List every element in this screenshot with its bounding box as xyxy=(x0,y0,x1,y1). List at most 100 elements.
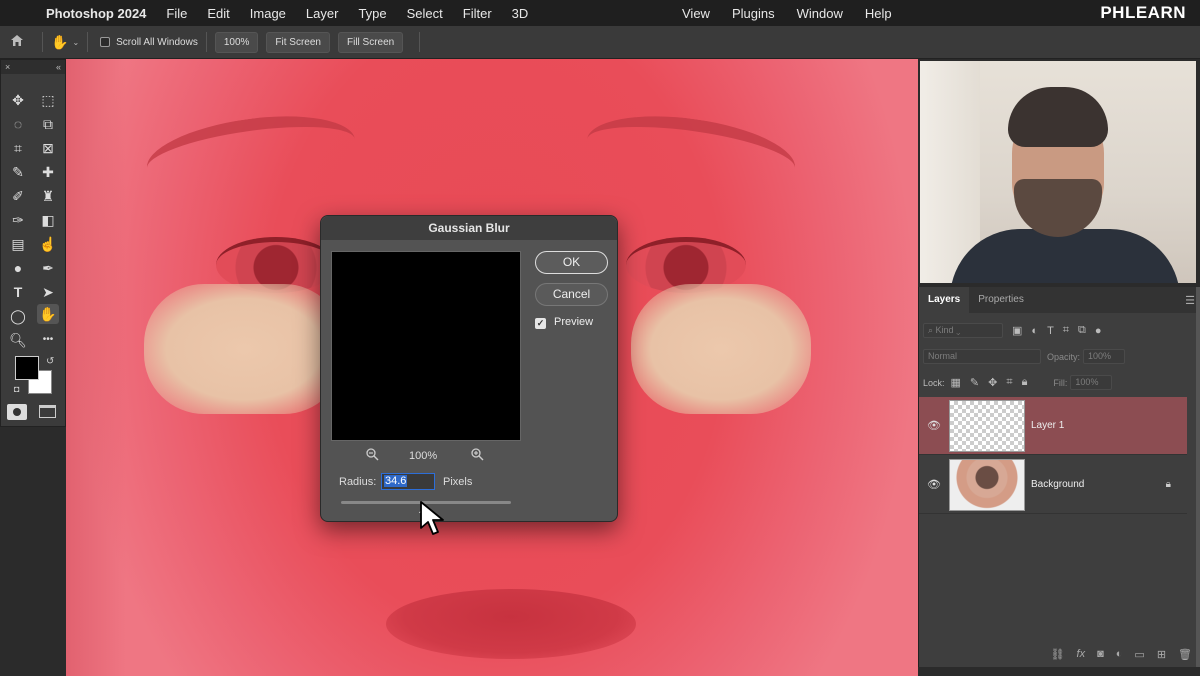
scroll-all-windows-checkbox[interactable] xyxy=(100,37,111,47)
ok-button[interactable]: OK xyxy=(535,251,608,274)
menu-file[interactable]: File xyxy=(166,6,187,21)
marquee-tool-icon[interactable]: ⬚ xyxy=(37,90,59,110)
menu-image[interactable]: Image xyxy=(250,6,286,21)
app-name-menu[interactable]: Photoshop 2024 xyxy=(46,6,146,21)
new-layer-icon[interactable]: ⊞ xyxy=(1157,648,1166,661)
panel-menu-icon[interactable]: ☰ xyxy=(1185,294,1195,307)
screen-mode-icon[interactable] xyxy=(39,405,56,418)
quick-mask-icon[interactable] xyxy=(7,404,27,420)
menu-window[interactable]: Window xyxy=(797,6,843,21)
home-icon[interactable] xyxy=(0,34,34,50)
blend-mode-dropdown[interactable]: Normal xyxy=(923,349,1041,364)
preview-zoom-level: 100% xyxy=(409,450,438,462)
filter-toggle-icon[interactable]: ● xyxy=(1095,325,1102,337)
filter-smart-object-icon[interactable]: ⧉ xyxy=(1078,324,1086,337)
options-bar: ✋ ⌄ Scroll All Windows 100% Fit Screen F… xyxy=(0,26,1200,59)
layer-style-icon[interactable]: fx xyxy=(1077,648,1086,660)
filter-adjustment-icon[interactable]: ◐ xyxy=(1031,325,1038,337)
stamp-tool-icon[interactable]: ♜ xyxy=(37,186,59,206)
tools-panel-header: × « xyxy=(1,60,65,74)
add-mask-icon[interactable]: ◙ xyxy=(1097,648,1104,660)
opacity-label: Opacity: xyxy=(1047,351,1081,362)
default-colors-icon[interactable]: ◘ xyxy=(14,384,19,394)
type-tool-icon[interactable]: T xyxy=(7,282,29,302)
filter-shape-icon[interactable]: ⌗ xyxy=(1063,324,1069,337)
lock-all-icon[interactable]: 🔒︎ xyxy=(1022,376,1028,389)
tab-layers[interactable]: Layers xyxy=(919,287,970,313)
more-tools-icon[interactable]: ••• xyxy=(37,330,59,350)
preview-checkbox[interactable]: ✓ xyxy=(535,318,546,329)
menu-type[interactable]: Type xyxy=(358,6,386,21)
menu-filter[interactable]: Filter xyxy=(463,6,492,21)
zoom-100-button[interactable]: 100% xyxy=(214,31,259,53)
menu-plugins[interactable]: Plugins xyxy=(732,6,775,21)
visibility-eye-icon[interactable]: 👁︎ xyxy=(919,419,949,432)
radius-value: 34.6 xyxy=(384,475,408,487)
smudge-tool-icon[interactable]: ☝ xyxy=(37,234,59,254)
lock-pixels-icon[interactable]: ✎ xyxy=(970,376,979,389)
crop-tool-icon[interactable]: ⌗ xyxy=(7,138,29,158)
lips xyxy=(386,589,636,659)
dialog-title: Gaussian Blur xyxy=(321,216,617,240)
zoom-tool-icon[interactable]: 🔍︎ xyxy=(7,330,29,350)
panel-scrollbar[interactable] xyxy=(1196,287,1200,667)
radius-input[interactable]: 34.6 xyxy=(381,473,435,490)
zoom-in-icon[interactable] xyxy=(471,448,484,464)
menu-help[interactable]: Help xyxy=(865,6,892,21)
fill-screen-button[interactable]: Fill Screen xyxy=(338,31,404,53)
frame-tool-icon[interactable]: ⊠ xyxy=(37,138,59,158)
delete-layer-icon[interactable]: 🗑︎ xyxy=(1178,648,1192,661)
filter-kind-dropdown[interactable]: ⌕ Kind ⌄ xyxy=(923,323,1003,338)
link-layers-icon[interactable]: ⛓ xyxy=(1051,648,1065,661)
layer-row-background[interactable]: 👁︎ Background 🔒︎ xyxy=(919,456,1187,514)
opacity-input[interactable]: 100% xyxy=(1083,349,1126,364)
fill-input[interactable]: 100% xyxy=(1070,375,1113,390)
chevron-down-icon[interactable]: ⌄ xyxy=(72,38,79,47)
eraser-tool-icon[interactable]: ◧ xyxy=(37,210,59,230)
swap-colors-icon[interactable]: ↺ xyxy=(46,356,54,367)
radius-label: Radius: xyxy=(339,476,377,488)
menu-view[interactable]: View xyxy=(682,6,710,21)
lock-artboard-icon[interactable]: ⌗ xyxy=(1006,376,1012,389)
filter-kind-label: Kind xyxy=(935,325,954,335)
blur-preview-window[interactable] xyxy=(331,251,521,441)
visibility-eye-icon[interactable]: 👁︎ xyxy=(919,478,949,491)
zoom-out-icon[interactable] xyxy=(366,448,379,464)
dodge-tool-icon[interactable]: ● xyxy=(7,258,29,278)
menu-select[interactable]: Select xyxy=(407,6,443,21)
move-tool-icon[interactable]: ✥ xyxy=(7,90,29,110)
menu-3d[interactable]: 3D xyxy=(512,6,529,21)
cancel-button[interactable]: Cancel xyxy=(535,283,608,306)
collapse-icon[interactable]: « xyxy=(56,62,61,72)
object-select-tool-icon[interactable]: ⧉ xyxy=(37,114,59,134)
new-group-icon[interactable]: ▭ xyxy=(1134,648,1144,661)
ellipse-tool-icon[interactable]: ◯ xyxy=(7,306,29,326)
lock-row: Lock: ▦ ✎ ✥ ⌗ 🔒︎ Fill: 100% xyxy=(923,375,1113,390)
layer-row-layer-1[interactable]: 👁︎ Layer 1 xyxy=(919,397,1187,455)
lasso-tool-icon[interactable]: ◌ xyxy=(7,114,29,134)
pen-tool-icon[interactable]: ✒ xyxy=(37,258,59,278)
filter-pixel-icon[interactable]: ▣ xyxy=(1012,324,1022,337)
fit-screen-button[interactable]: Fit Screen xyxy=(266,31,330,53)
close-icon[interactable]: × xyxy=(5,62,10,72)
hand-tool-icon[interactable]: ✋ xyxy=(37,304,59,324)
eyedropper-tool-icon[interactable]: ✎ xyxy=(7,162,29,182)
healing-brush-tool-icon[interactable]: ✚ xyxy=(37,162,59,182)
tab-properties[interactable]: Properties xyxy=(969,287,1033,313)
path-select-tool-icon[interactable]: ➤ xyxy=(37,282,59,302)
hand-tool-preset-icon[interactable]: ✋ xyxy=(51,34,68,51)
gradient-tool-icon[interactable]: ▤ xyxy=(7,234,29,254)
adjustment-layer-icon[interactable]: ◐ xyxy=(1116,648,1123,660)
menu-layer[interactable]: Layer xyxy=(306,6,339,21)
lock-position-icon[interactable]: ✥ xyxy=(988,376,997,389)
foreground-color-swatch[interactable] xyxy=(15,356,39,380)
fill-label: Fill: xyxy=(1053,377,1068,388)
menu-edit[interactable]: Edit xyxy=(207,6,229,21)
filter-type-icon[interactable]: T xyxy=(1047,325,1054,337)
divider xyxy=(87,32,89,52)
opacity-value: 100% xyxy=(1088,351,1112,361)
divider xyxy=(419,32,421,52)
lock-transparency-icon[interactable]: ▦ xyxy=(951,376,961,389)
history-brush-tool-icon[interactable]: ✑ xyxy=(7,210,29,230)
brush-tool-icon[interactable]: ✐ xyxy=(7,186,29,206)
